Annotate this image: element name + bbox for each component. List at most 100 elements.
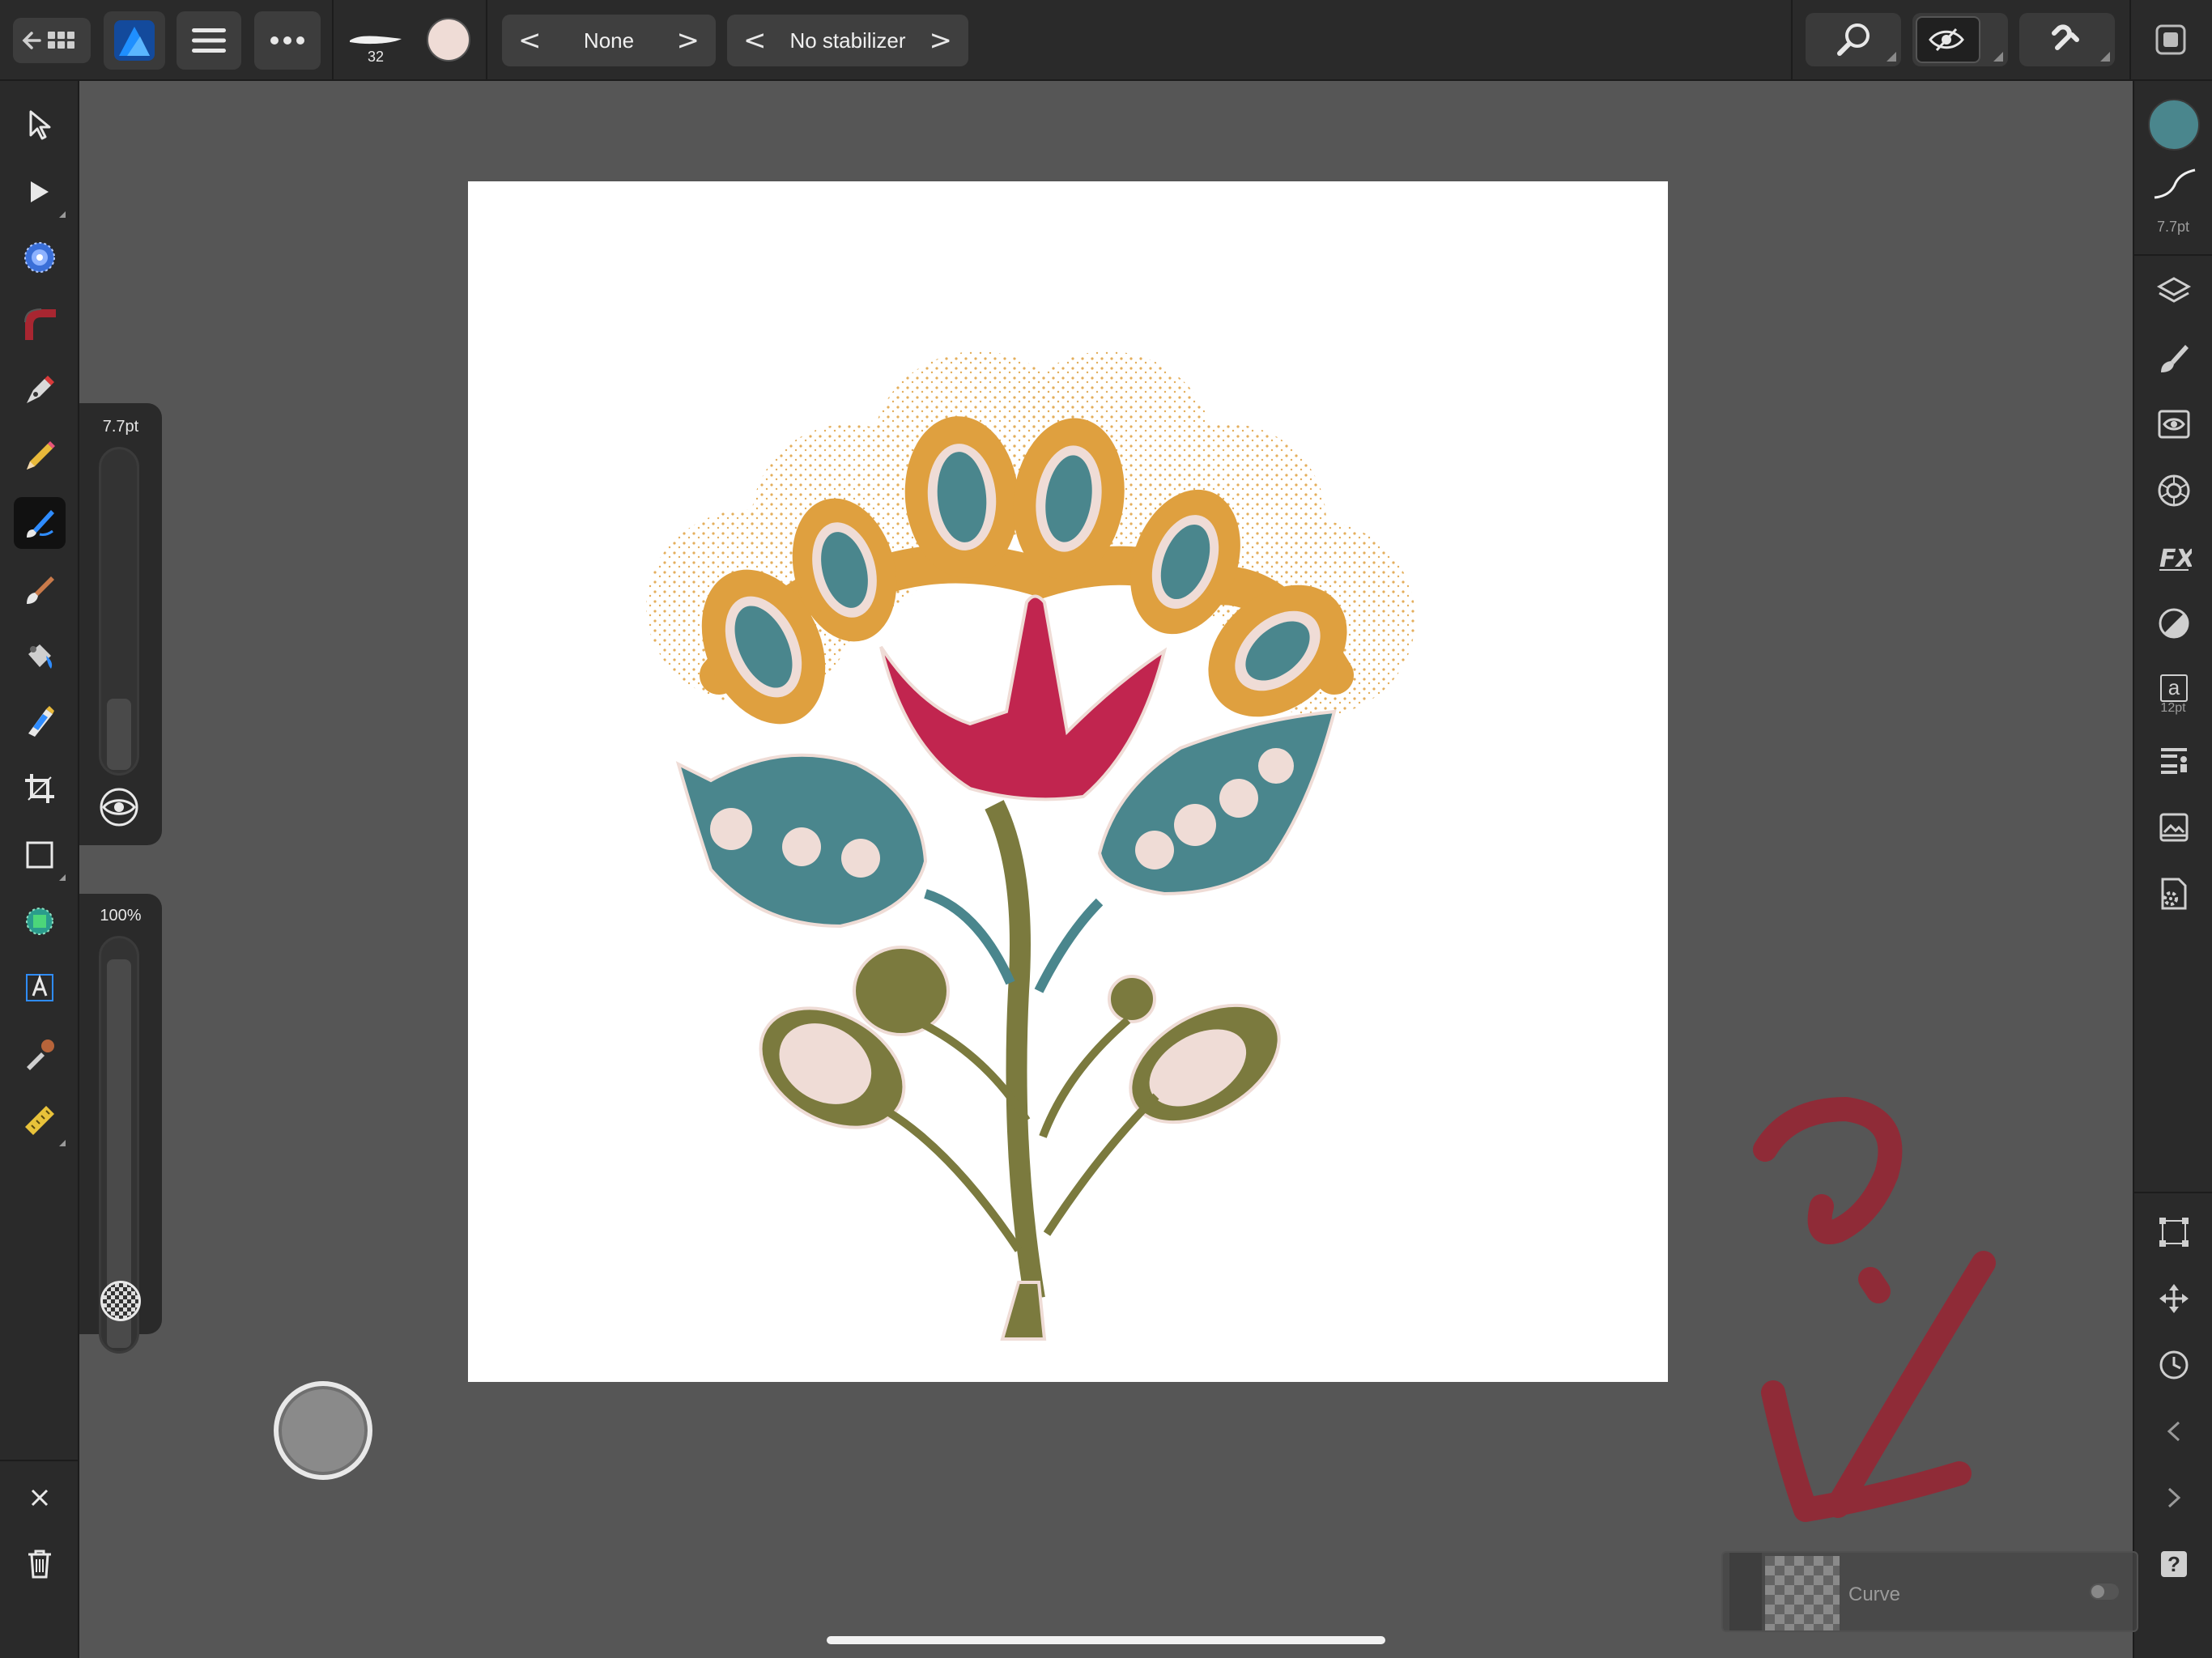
blend-mode-value: None — [583, 28, 635, 53]
transform-studio-button[interactable] — [2148, 1206, 2200, 1258]
move-tool[interactable] — [14, 99, 66, 151]
close-icon — [31, 1489, 49, 1507]
transparency-tool[interactable] — [14, 696, 66, 748]
brushes-studio-button[interactable] — [2148, 332, 2200, 384]
brush-width-slider-panel: 7.7pt — [79, 403, 162, 845]
node-tool[interactable] — [14, 166, 66, 218]
affinity-designer-icon — [114, 20, 155, 61]
stroke-width-button[interactable] — [2148, 167, 2200, 202]
more-button[interactable] — [254, 11, 321, 70]
layers-studio-button[interactable] — [2148, 266, 2200, 317]
studio-panel-bar: 7.7pt FX a 12pt ? — [2133, 81, 2212, 1658]
previous-stabilizer-button[interactable]: < — [743, 24, 767, 57]
question-arrow-annotation — [1753, 1097, 1996, 1522]
fx-icon: FX — [2159, 545, 2192, 573]
gradient-icon — [24, 242, 55, 273]
brush-icon — [2161, 345, 2189, 372]
styles-studio-button[interactable] — [2148, 597, 2200, 649]
appearance-studio-button[interactable] — [2148, 398, 2200, 450]
artistic-text-tool[interactable] — [14, 962, 66, 1014]
magnet-icon — [2052, 24, 2079, 50]
vector-brush-icon — [27, 510, 54, 538]
bounding-box-icon — [2159, 1218, 2189, 1247]
rectangle-icon — [26, 841, 53, 869]
opacity-transparency-icon[interactable] — [100, 1281, 141, 1321]
stabilizer-selector[interactable]: < No stabilizer > — [727, 15, 968, 66]
expand-right-button[interactable] — [2148, 1472, 2200, 1524]
color-wheel-icon — [2158, 474, 2190, 507]
blend-mode-selector[interactable]: < None > — [502, 15, 716, 66]
effects-studio-button[interactable]: FX — [2148, 531, 2200, 583]
layer-expander[interactable] — [1729, 1553, 1762, 1630]
layer-preview[interactable]: Curve — [1721, 1551, 2138, 1632]
arrange-windows-button[interactable] — [2154, 23, 2188, 57]
pressure-button[interactable] — [99, 787, 139, 827]
next-blend-mode-button[interactable]: > — [677, 24, 700, 57]
close-button[interactable] — [14, 1472, 66, 1524]
right-teal-leaf — [1097, 709, 1337, 896]
studio-divider — [2134, 1192, 2212, 1193]
rectangle-tool[interactable] — [14, 829, 66, 881]
brush-preset-button[interactable]: 32 — [343, 11, 408, 70]
artboard[interactable] — [468, 181, 1668, 1382]
history-studio-button[interactable] — [2148, 1339, 2200, 1391]
text-style-icon: a — [2160, 674, 2188, 702]
window-icon — [2155, 24, 2186, 55]
layer-name: Curve — [1848, 1584, 1901, 1605]
layer-visibility-toggle[interactable] — [2090, 1584, 2119, 1600]
document-settings-button[interactable] — [2148, 868, 2200, 920]
ruler-icon — [25, 1106, 54, 1135]
crop-tool[interactable] — [14, 763, 66, 814]
paintbrush-icon — [27, 576, 54, 604]
tool-flyout-indicator — [59, 1140, 66, 1146]
corner-tool[interactable] — [14, 298, 66, 350]
assets-icon — [2159, 813, 2189, 842]
pixel-brush-tool[interactable] — [14, 563, 66, 615]
menu-button[interactable] — [177, 11, 241, 70]
back-to-gallery-button[interactable] — [13, 18, 91, 63]
color-studio-button[interactable] — [2148, 465, 2200, 517]
navigator-studio-button[interactable] — [2148, 1273, 2200, 1324]
view-tool-button[interactable] — [1806, 13, 1901, 66]
delete-button[interactable] — [14, 1538, 66, 1590]
appearance-eye-icon — [2158, 410, 2190, 439]
vector-brush-tool[interactable] — [14, 497, 66, 549]
fill-tool[interactable] — [14, 630, 66, 682]
collapse-left-button[interactable] — [2148, 1405, 2200, 1457]
pencil-icon — [27, 441, 55, 470]
color-picker-tool[interactable] — [14, 1028, 66, 1080]
stabilizer-value: No stabilizer — [789, 28, 906, 53]
move-arrows-icon — [2159, 1284, 2189, 1313]
stroke-color-swatch[interactable] — [427, 18, 470, 62]
chevron-right-icon — [2167, 1487, 2181, 1508]
red-tulip — [879, 594, 1168, 801]
previous-blend-mode-button[interactable]: < — [518, 24, 542, 57]
view-mode-options-corner — [1993, 52, 2003, 62]
assets-studio-button[interactable] — [2148, 801, 2200, 853]
app-persona-button[interactable] — [104, 11, 165, 70]
opacity-value: 100% — [100, 907, 142, 925]
gradient-tool[interactable] — [14, 232, 66, 283]
pen-tool[interactable] — [14, 364, 66, 416]
tools-divider — [0, 1460, 79, 1461]
pencil-tool[interactable] — [14, 431, 66, 483]
trash-icon — [28, 1550, 51, 1579]
back-grid-icon — [22, 32, 74, 49]
view-tool-options-corner — [1887, 52, 1896, 62]
node-arrow-icon — [31, 181, 49, 202]
fill-color-swatch[interactable] — [2148, 99, 2200, 151]
next-stabilizer-button[interactable]: > — [929, 24, 953, 57]
view-mode-button[interactable] — [1912, 13, 2008, 66]
tools-panel — [0, 81, 79, 1658]
help-button[interactable]: ? — [2148, 1538, 2200, 1590]
snapping-button[interactable] — [2019, 13, 2115, 66]
measure-tool[interactable] — [14, 1095, 66, 1146]
opacity-slider-panel: 100% — [79, 894, 162, 1354]
quick-menu-button[interactable] — [274, 1381, 372, 1480]
flower-artwork — [646, 351, 1415, 1341]
symbols-studio-button[interactable] — [2148, 735, 2200, 787]
brush-width-slider[interactable] — [99, 447, 139, 776]
shape-builder-icon — [26, 908, 53, 935]
shape-builder-tool[interactable] — [14, 895, 66, 947]
styles-icon — [2159, 608, 2189, 639]
